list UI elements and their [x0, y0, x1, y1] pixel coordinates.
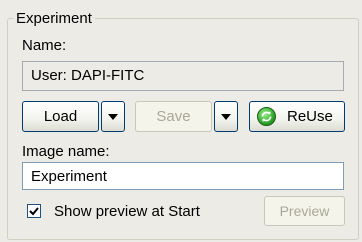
save-button[interactable]: Save	[135, 101, 212, 132]
experiment-group-title: Experiment	[13, 9, 95, 28]
check-icon	[29, 207, 39, 216]
chevron-down-icon	[221, 114, 231, 121]
name-field: User: DAPI-FITC	[22, 61, 344, 91]
image-name-label: Image name:	[22, 143, 110, 160]
load-dropdown-button[interactable]	[101, 101, 125, 132]
reuse-button[interactable]: ReUse	[249, 101, 345, 132]
recycle-icon	[257, 107, 276, 126]
show-preview-label[interactable]: Show preview at Start	[54, 203, 200, 221]
save-dropdown-button[interactable]	[214, 101, 238, 132]
load-button[interactable]: Load	[22, 101, 99, 132]
chevron-down-icon	[108, 114, 118, 121]
name-label: Name:	[22, 37, 67, 54]
reuse-button-label: ReUse	[287, 108, 333, 125]
preview-button[interactable]: Preview	[264, 196, 345, 226]
image-name-input[interactable]	[22, 162, 344, 190]
show-preview-checkbox[interactable]	[27, 204, 41, 218]
